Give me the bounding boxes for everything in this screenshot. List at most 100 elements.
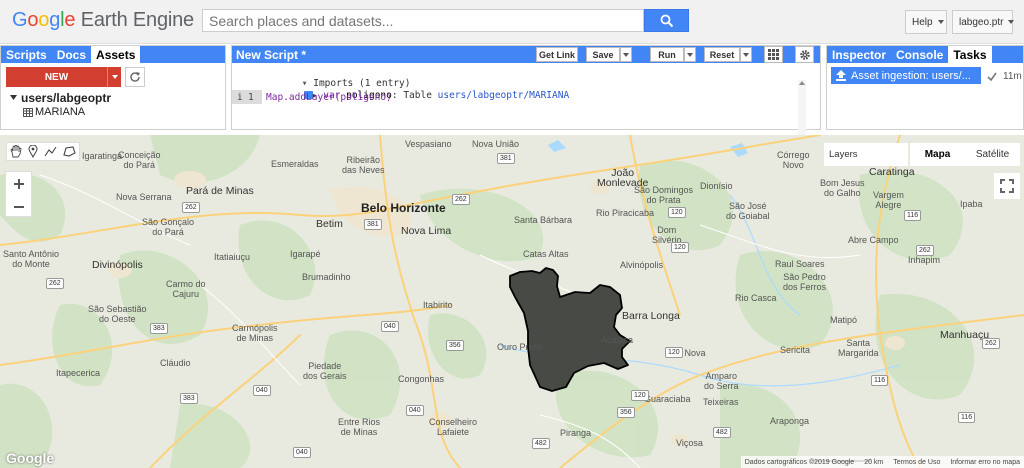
route-shield: 381 <box>364 219 382 230</box>
user-menu-button[interactable]: labgeo.ptr <box>952 10 1015 34</box>
zoom-out-button[interactable] <box>6 195 31 218</box>
user-label: labgeo.ptr <box>959 16 1004 28</box>
chevron-down-icon <box>687 52 693 57</box>
search-input[interactable]: Search places and datasets... <box>202 9 644 32</box>
line-draw-icon[interactable] <box>44 146 57 157</box>
place-label: Nova Lima <box>401 225 452 237</box>
asset-item-mariana[interactable]: MARIANA <box>23 106 85 118</box>
place-label: Ouro Preto <box>497 342 542 352</box>
reset-button[interactable]: Reset <box>704 47 740 62</box>
place-label: Santa Bárbara <box>514 215 573 225</box>
tab-docs[interactable]: Docs <box>52 46 91 63</box>
route-shield: 381 <box>497 153 515 164</box>
left-panel-tabs: Scripts Docs Assets <box>1 46 225 63</box>
place-label: Piranga <box>560 428 592 438</box>
place-label: Itapecerica <box>56 368 101 378</box>
place-label: São Pedro dos Ferros <box>783 272 827 292</box>
apps-button[interactable] <box>764 46 783 63</box>
map-type-mapa[interactable]: Mapa <box>910 143 965 166</box>
place-label: São Domingos do Prata <box>634 185 694 205</box>
asset-item-label: MARIANA <box>35 106 86 118</box>
get-link-button[interactable]: Get Link <box>536 47 578 62</box>
place-label: Conceição do Pará <box>118 150 161 170</box>
task-item[interactable]: Asset ingestion: users/... <box>831 67 981 84</box>
tab-tasks[interactable]: Tasks <box>948 46 992 63</box>
asset-path-link[interactable]: users/labgeoptr/MARIANA <box>438 90 570 101</box>
city-label-belo-horizonte: Belo Horizonte <box>361 201 446 215</box>
script-title[interactable]: New Script * <box>232 48 306 62</box>
search-button[interactable] <box>644 9 689 32</box>
new-dropdown[interactable] <box>107 67 121 87</box>
place-label: Raul Soares <box>775 259 825 269</box>
place-label: São Gonçalo do Pará <box>142 217 195 237</box>
run-dropdown[interactable] <box>684 47 696 62</box>
zoom-control <box>5 171 32 217</box>
asset-folder[interactable]: users/labgeoptr <box>10 91 111 105</box>
run-button[interactable]: Run <box>650 47 684 62</box>
place-label: Nova Serrana <box>116 192 172 202</box>
place-label: Santa Margarida <box>838 338 879 358</box>
map-base-layer <box>0 135 1024 468</box>
route-shield: 120 <box>671 242 689 253</box>
help-label: Help <box>912 16 933 28</box>
place-label: Rio Piracicaba <box>596 208 655 218</box>
settings-button[interactable] <box>795 46 814 63</box>
place-label: Barra Longa <box>622 310 680 322</box>
place-label: Abre Campo <box>848 235 899 245</box>
hand-pan-icon[interactable] <box>10 145 22 158</box>
place-label: Caratinga <box>869 166 915 178</box>
map-data-credit: Dados cartográficos ©2019 Google <box>744 458 855 466</box>
new-button[interactable]: NEW <box>6 67 121 87</box>
polygon-draw-icon[interactable] <box>63 146 76 157</box>
save-button[interactable]: Save <box>586 47 620 62</box>
table-icon <box>23 107 33 117</box>
place-label: Brumadinho <box>302 272 351 282</box>
report-error-link[interactable]: Informar erro no mapa <box>950 459 1020 466</box>
fullscreen-button[interactable] <box>994 173 1020 199</box>
code-editor[interactable]: ▾ Imports (1 entry) ▸ var poligono: Tabl… <box>232 63 806 146</box>
map-type-satelite[interactable]: Satélite <box>965 143 1020 166</box>
place-label: São José do Goiabal <box>726 201 770 221</box>
map-view[interactable]: Esmeraldas Ribeirão das Neves Vespasiano… <box>0 135 1024 468</box>
help-button[interactable]: Help <box>905 10 947 34</box>
mariana-polygon[interactable] <box>509 267 631 392</box>
place-label: Alvinópolis <box>620 260 664 270</box>
tab-console[interactable]: Console <box>891 46 948 63</box>
route-shield: 262 <box>916 245 934 256</box>
route-shield: 116 <box>871 375 889 386</box>
place-label: Ipaba <box>960 199 983 209</box>
place-label: Teixeiras <box>703 397 739 407</box>
place-label: Esmeraldas <box>271 159 319 169</box>
route-shield: 116 <box>904 210 922 221</box>
tab-inspector[interactable]: Inspector <box>827 46 891 63</box>
route-shield: 116 <box>958 412 976 423</box>
fullscreen-icon <box>1000 179 1014 193</box>
save-dropdown[interactable] <box>620 47 632 62</box>
google-earth-engine-logo[interactable]: Google Earth Engine <box>12 9 194 32</box>
place-label: Congonhas <box>398 374 445 384</box>
code-line-1[interactable]: Map.addLayer(poligono) <box>266 92 392 103</box>
place-label: Sericita <box>780 345 811 355</box>
task-status: 11m <box>987 71 1022 82</box>
place-label: Nova União <box>472 139 520 149</box>
point-marker-icon[interactable] <box>28 145 38 158</box>
asset-folder-label: users/labgeoptr <box>21 91 112 105</box>
tab-scripts[interactable]: Scripts <box>1 46 52 63</box>
place-label: Divinópolis <box>92 259 143 271</box>
place-label: Dionísio <box>700 181 733 191</box>
place-label: Araponga <box>770 416 810 426</box>
refresh-button[interactable] <box>125 67 145 87</box>
terms-link[interactable]: Termos de Uso <box>893 459 940 466</box>
place-label: Carmo do Cajuru <box>166 279 206 299</box>
zoom-in-button[interactable] <box>6 172 31 195</box>
right-panel: Inspector Console Tasks Asset ingestion:… <box>826 45 1024 130</box>
code-editor-panel: New Script * Get Link Save Run Reset ▾ I… <box>231 45 821 146</box>
chevron-down-icon <box>937 20 944 24</box>
tab-assets[interactable]: Assets <box>91 46 141 63</box>
route-shield: 383 <box>150 323 168 334</box>
place-label: Vespasiano <box>405 139 452 149</box>
reset-dropdown[interactable] <box>740 47 752 62</box>
chevron-down-icon <box>623 52 629 57</box>
expand-triangle-icon <box>10 95 17 100</box>
layers-button[interactable]: Layers <box>824 143 908 166</box>
